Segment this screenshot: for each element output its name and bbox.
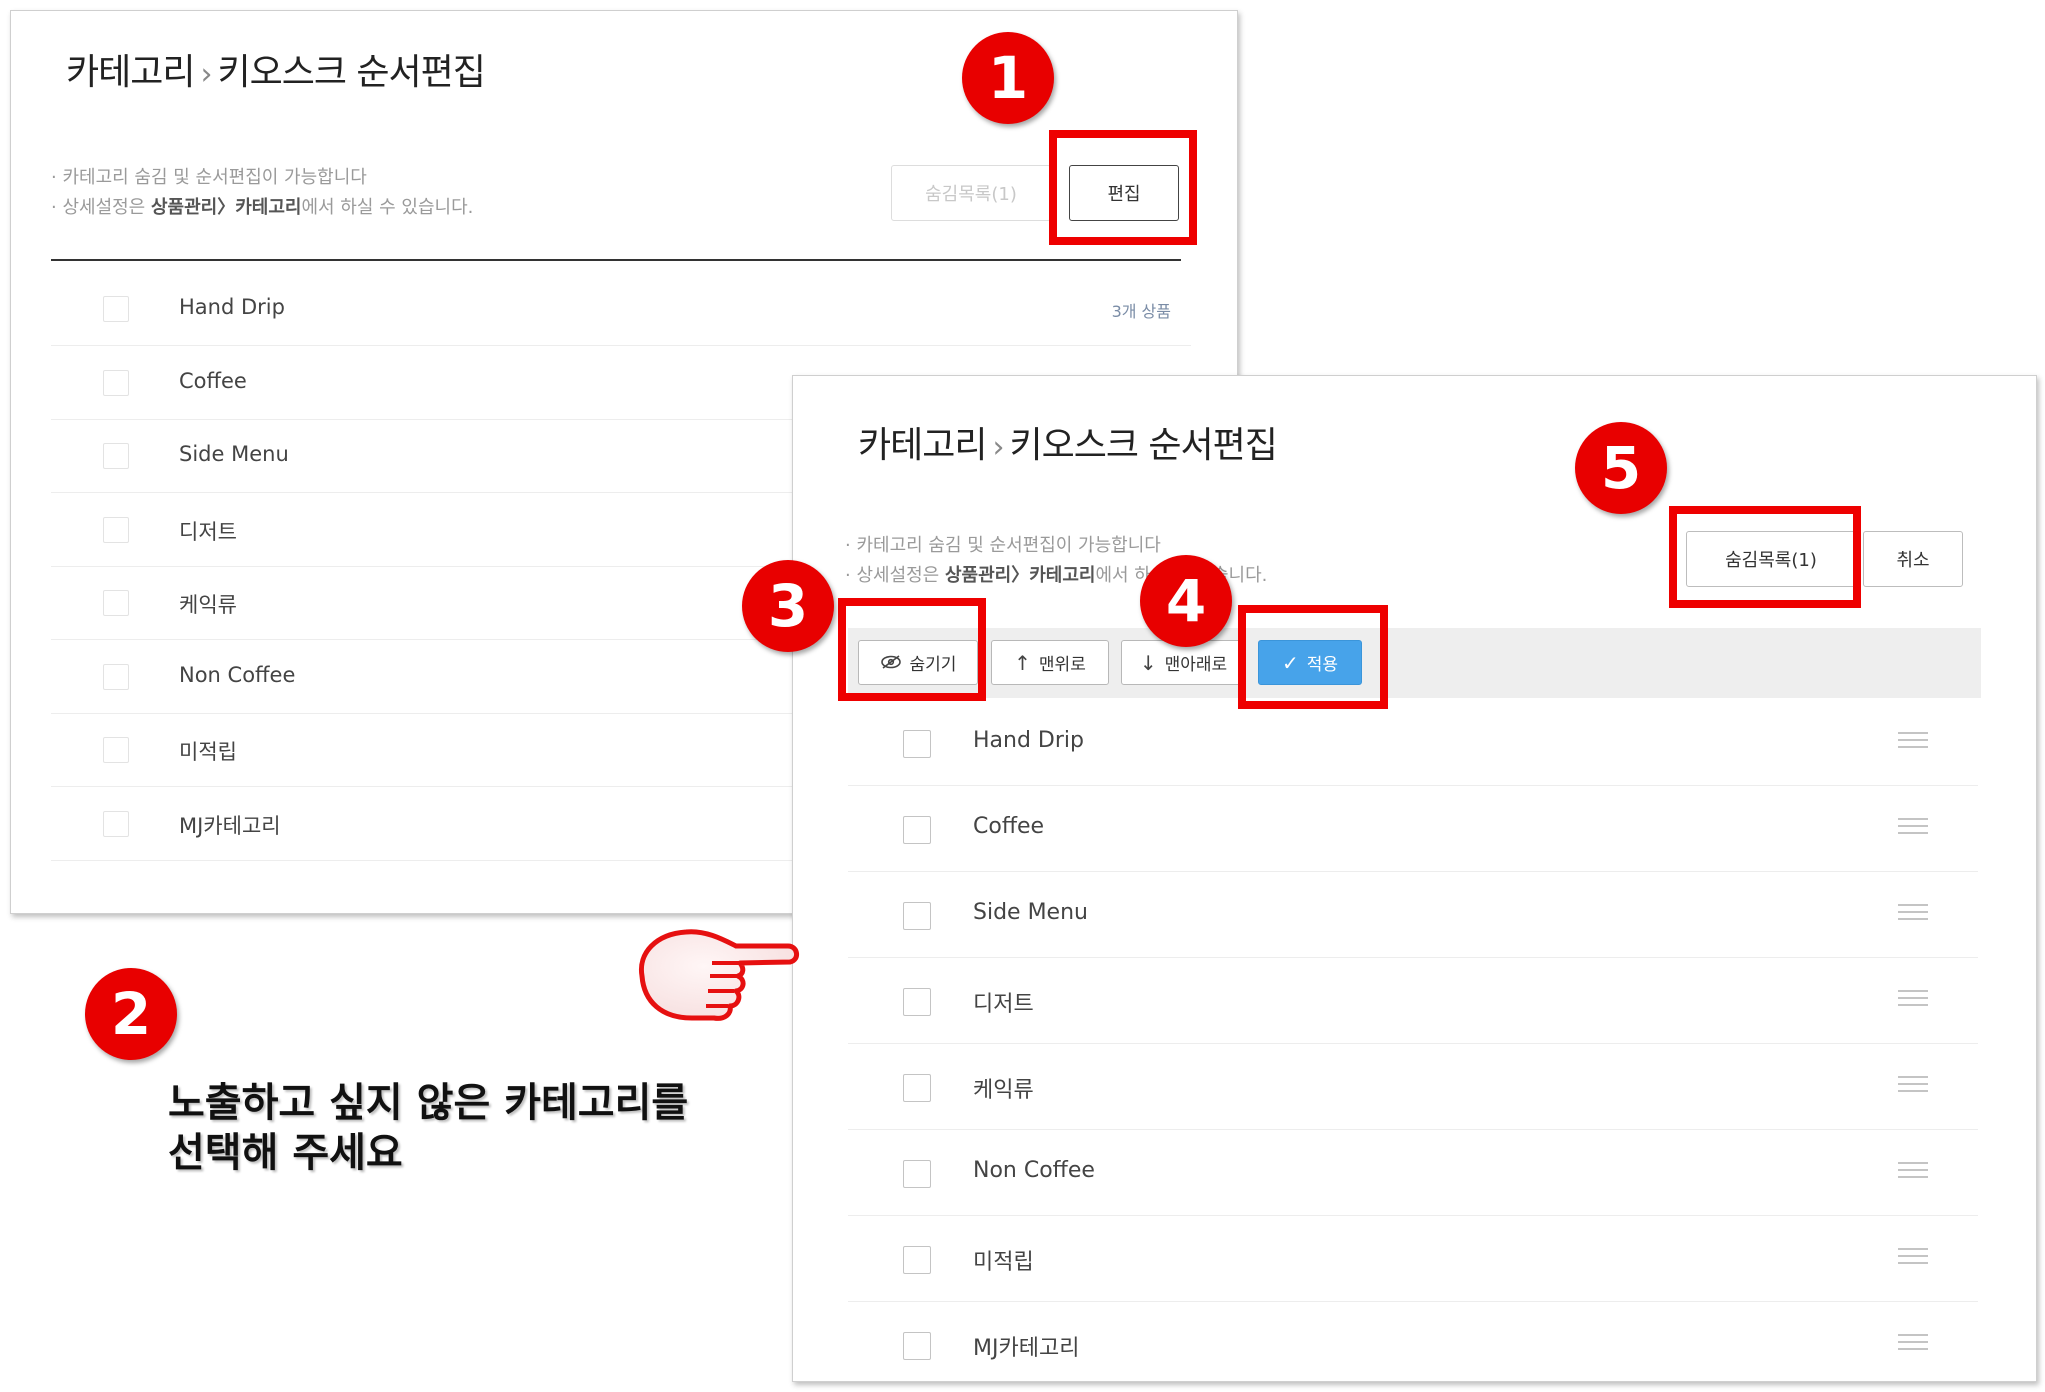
- category-name: Non Coffee: [179, 662, 296, 687]
- step-badge-4: 4: [1140, 555, 1232, 647]
- move-top-label: 맨위로: [1038, 655, 1086, 675]
- row-checkbox[interactable]: [903, 730, 931, 758]
- hide-button[interactable]: 숨기기: [858, 640, 978, 685]
- move-bottom-label: 맨아래로: [1164, 655, 1228, 675]
- row-checkbox[interactable]: [903, 1074, 931, 1102]
- description-line-1: · 카테고리 숨김 및 순서편집이 가능합니다: [845, 535, 1161, 556]
- product-count: 3개 상품: [1111, 302, 1171, 321]
- description-line-1: · 카테고리 숨김 및 순서편집이 가능합니다: [51, 167, 367, 188]
- hidden-list-button[interactable]: 숨김목록(1): [891, 165, 1051, 221]
- list-item[interactable]: Hand Drip 3개 상품: [51, 273, 1191, 346]
- list-item[interactable]: 케익류: [848, 1044, 1978, 1130]
- list-item[interactable]: MJ카테고리: [848, 1302, 1978, 1381]
- category-name: Side Menu: [179, 442, 289, 466]
- category-name: Non Coffee: [973, 1158, 1095, 1183]
- hidden-list-button[interactable]: 숨김목록(1): [1686, 531, 1856, 587]
- list-item[interactable]: Hand Drip: [848, 700, 1978, 786]
- category-name: Hand Drip: [973, 728, 1084, 753]
- list-item[interactable]: 디저트: [848, 958, 1978, 1044]
- title-category: 카테고리: [858, 425, 987, 466]
- breadcrumb-separator: ›: [200, 57, 212, 92]
- step-badge-1: 1: [962, 32, 1054, 124]
- pointing-hand-icon: [628, 918, 808, 1038]
- title-category: 카테고리: [66, 52, 195, 93]
- eye-slash-icon: [880, 651, 902, 675]
- drag-handle-icon[interactable]: [1898, 904, 1928, 922]
- drag-handle-icon[interactable]: [1898, 990, 1928, 1008]
- row-checkbox[interactable]: [903, 816, 931, 844]
- category-name: 디저트: [973, 992, 1034, 1017]
- cancel-button[interactable]: 취소: [1863, 531, 1963, 587]
- row-checkbox[interactable]: [103, 810, 129, 837]
- step-badge-5: 5: [1575, 422, 1667, 514]
- step-badge-2: 2: [85, 968, 177, 1060]
- category-name: Hand Drip: [179, 295, 285, 319]
- step-badge-3: 3: [742, 560, 834, 652]
- drag-handle-icon[interactable]: [1898, 1162, 1928, 1180]
- row-checkbox[interactable]: [903, 1246, 931, 1274]
- list-top-rule: [51, 259, 1181, 261]
- settings-path-link: 상품관리〉카테고리: [150, 197, 302, 218]
- drag-handle-icon[interactable]: [1898, 1334, 1928, 1352]
- list-item[interactable]: Coffee: [848, 786, 1978, 872]
- row-checkbox[interactable]: [903, 1160, 931, 1188]
- description: · 카테고리 숨김 및 순서편집이 가능합니다 · 상세설정은 상품관리〉카테고…: [51, 163, 473, 223]
- description-prefix: · 상세설정은: [51, 197, 151, 218]
- page-title: 카테고리 › 키오스크 순서편집: [66, 43, 486, 95]
- row-checkbox[interactable]: [103, 296, 129, 322]
- check-icon: ✓: [1281, 650, 1299, 675]
- apply-label: 적용: [1306, 655, 1339, 675]
- row-checkbox[interactable]: [903, 1332, 931, 1360]
- drag-handle-icon[interactable]: [1898, 818, 1928, 836]
- row-checkbox[interactable]: [103, 369, 129, 396]
- row-checkbox[interactable]: [103, 516, 129, 543]
- category-name: 미적립: [973, 1250, 1034, 1275]
- drag-handle-icon[interactable]: [1898, 1076, 1928, 1094]
- instruction-line-1: 노출하고 싶지 않은 카테고리를: [168, 1080, 689, 1126]
- apply-button[interactable]: ✓ 적용: [1258, 640, 1362, 685]
- hide-button-label: 숨기기: [909, 655, 957, 675]
- category-order-panel-edit: 카테고리 › 키오스크 순서편집 · 카테고리 숨김 및 순서편집이 가능합니다 ·…: [792, 375, 2037, 1382]
- list-item[interactable]: 미적립: [848, 1216, 1978, 1302]
- category-name: 케익류: [179, 593, 237, 617]
- arrow-up-icon: ↑: [1014, 650, 1031, 675]
- page-title: 카테고리 › 키오스크 순서편집: [858, 416, 1278, 468]
- instruction-line-2: 선택해 주세요: [168, 1130, 403, 1176]
- settings-path-link: 상품관리〉카테고리: [944, 565, 1096, 586]
- category-name: Side Menu: [973, 900, 1088, 925]
- arrow-down-icon: ↓: [1139, 650, 1157, 675]
- category-name: Coffee: [179, 368, 247, 393]
- list-item[interactable]: Non Coffee: [848, 1130, 1978, 1216]
- category-name: MJ카테고리: [973, 1336, 1080, 1361]
- instruction-note: 노출하고 싶지 않은 카테고리를 선택해 주세요: [168, 1078, 688, 1178]
- row-checkbox[interactable]: [103, 663, 129, 690]
- row-checkbox[interactable]: [103, 737, 129, 763]
- title-kiosk-order: 키오스크 순서편집: [217, 52, 485, 93]
- row-checkbox[interactable]: [103, 590, 129, 616]
- row-checkbox[interactable]: [903, 988, 931, 1016]
- row-checkbox[interactable]: [103, 443, 129, 469]
- title-kiosk-order: 키오스크 순서편집: [1009, 425, 1277, 466]
- move-top-button[interactable]: ↑ 맨위로: [991, 640, 1109, 685]
- row-checkbox[interactable]: [903, 902, 931, 930]
- description-suffix: 에서 하실 수 있습니다.: [301, 197, 474, 218]
- drag-handle-icon[interactable]: [1898, 1248, 1928, 1266]
- category-name: MJ카테고리: [179, 813, 281, 838]
- edit-toolbar: 숨기기 ↑ 맨위로 ↓ 맨아래로 ✓ 적용: [848, 628, 1981, 698]
- list-item[interactable]: Side Menu: [848, 872, 1978, 958]
- category-name: 디저트: [179, 519, 237, 544]
- breadcrumb-separator: ›: [992, 430, 1004, 465]
- category-name: 미적립: [179, 740, 237, 764]
- drag-handle-icon[interactable]: [1898, 732, 1928, 750]
- edit-button[interactable]: 편집: [1069, 165, 1179, 221]
- category-name: 케익류: [973, 1078, 1034, 1103]
- description-prefix: · 상세설정은: [845, 565, 945, 586]
- description-line-2: · 상세설정은 상품관리〉카테고리에서 하실 수 있습니다.: [51, 193, 473, 223]
- category-name: Coffee: [973, 814, 1045, 839]
